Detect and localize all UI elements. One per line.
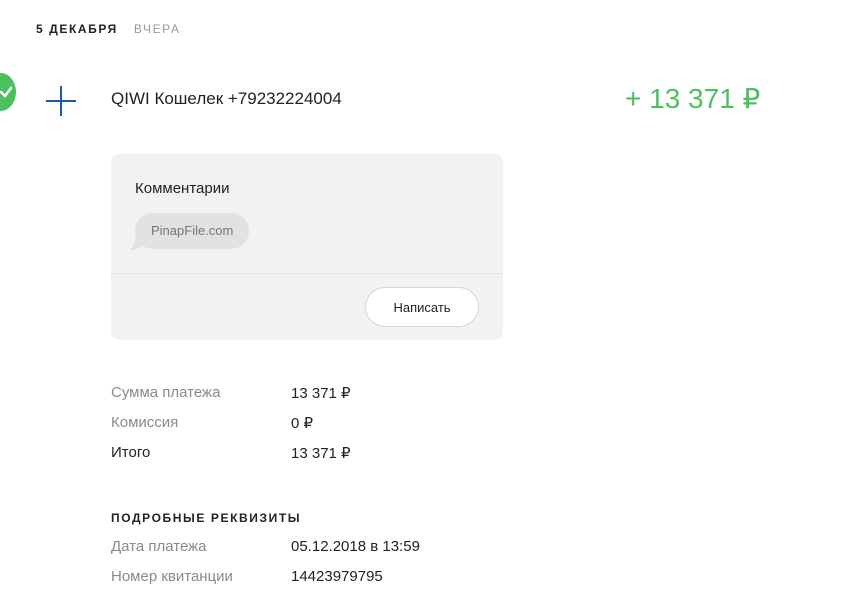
summary-label: Комиссия xyxy=(111,414,179,431)
details-section-title: ПОДРОБНЫЕ РЕКВИЗИТЫ xyxy=(111,511,302,525)
summary-label: Итого xyxy=(111,444,151,461)
plus-icon xyxy=(46,86,76,116)
summary-value: 13 371 ₽ xyxy=(291,385,351,402)
details-label: Номер квитанции xyxy=(111,568,233,585)
transaction-title: QIWI Кошелек +79232224004 xyxy=(111,89,342,108)
comment-bubble: PinapFile.com xyxy=(135,213,250,249)
comments-title: Комментарии xyxy=(135,180,230,197)
comments-card: Комментарии PinapFile.com Написать xyxy=(111,154,503,340)
tab-date-december-5[interactable]: 5 ДЕКАБРЯ xyxy=(36,22,118,36)
details-value: 14423979795 xyxy=(291,568,383,585)
payment-details-page: 5 ДЕКАБРЯ ВЧЕРА QIWI Кошелек +7923222400… xyxy=(0,0,850,593)
write-comment-button[interactable]: Написать xyxy=(365,287,479,327)
details-label: Дата платежа xyxy=(111,538,207,555)
summary-value: 13 371 ₽ xyxy=(291,445,351,462)
summary-label: Сумма платежа xyxy=(111,384,221,401)
check-icon xyxy=(0,73,16,111)
details-value: 05.12.2018 в 13:59 xyxy=(291,538,420,555)
tab-date-yesterday[interactable]: ВЧЕРА xyxy=(134,22,181,36)
summary-value: 0 ₽ xyxy=(291,415,314,432)
transaction-amount: + 13 371 ₽ xyxy=(625,83,761,114)
card-divider xyxy=(111,273,503,274)
date-tabs: 5 ДЕКАБРЯ ВЧЕРА xyxy=(36,22,181,36)
